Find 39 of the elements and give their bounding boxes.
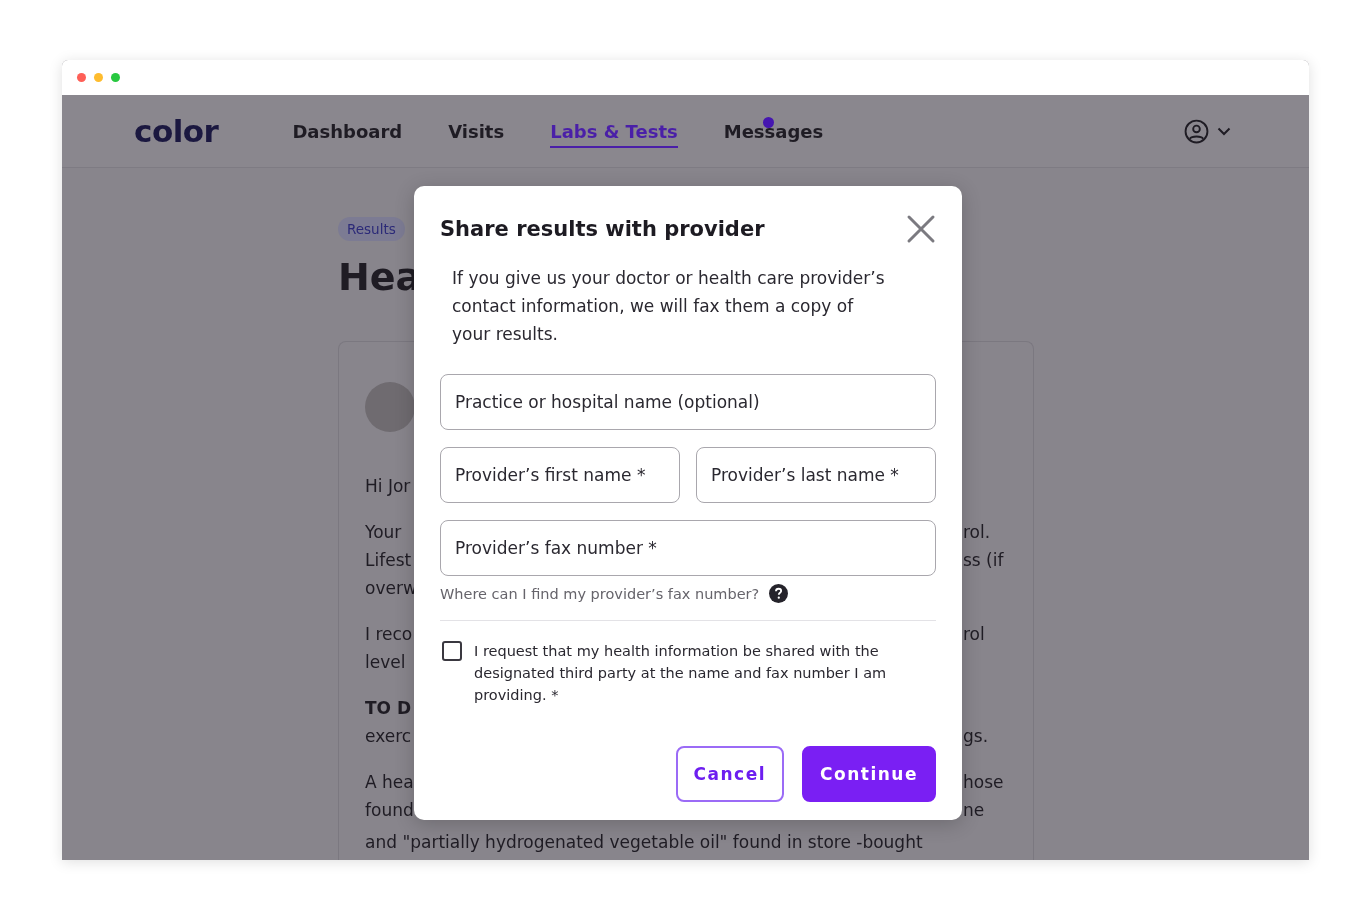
message-text: TO D — [365, 697, 412, 720]
logo[interactable]: color — [134, 113, 219, 149]
nav-tab[interactable]: Messages — [723, 116, 824, 148]
help-icon[interactable] — [769, 584, 789, 603]
message-text: ne — [963, 799, 985, 822]
nav-tab[interactable]: Dashboard — [292, 116, 403, 148]
close-window-icon[interactable] — [77, 73, 86, 82]
message-text: found — [365, 799, 414, 822]
text-field[interactable]: Provider’s last name * — [696, 447, 936, 503]
message-text: gs. — [963, 725, 989, 748]
text-field[interactable]: Provider’s first name * — [440, 447, 680, 503]
message-text: level — [365, 651, 406, 674]
nav-tab[interactable]: Labs & Tests — [550, 116, 678, 148]
close-icon[interactable] — [906, 214, 936, 244]
message-text: exerc — [365, 725, 412, 748]
cancel-button[interactable]: Cancel — [675, 746, 785, 802]
message-text: Lifest — [365, 549, 412, 572]
consent-checkbox[interactable] — [442, 641, 462, 661]
message-text: ss (if — [963, 549, 1004, 572]
consent-label: I request that my health information be shared with the designated third party at the name and fax number I am providing. * — [474, 642, 888, 705]
help-link[interactable]: Where can I find my provider’s fax number? — [440, 585, 760, 602]
message-text: rol. — [963, 521, 991, 544]
message-text: Hi Jor — [365, 475, 411, 498]
chevron-down-icon[interactable] — [1217, 126, 1231, 136]
photo-placeholder — [365, 382, 415, 432]
message-text: A hea — [365, 771, 414, 794]
dialog-description: If you give us your doctor or health care provider’s contact information, we will fax them a copy of your results. — [452, 267, 886, 346]
nav-tab[interactable]: Visits — [448, 116, 505, 148]
message-text: rol — [963, 623, 985, 646]
message-text: Your — [365, 521, 402, 544]
message-text: hose — [963, 771, 1004, 794]
breadcrumb-chip[interactable]: Results — [338, 217, 405, 241]
continue-button[interactable]: Continue — [802, 746, 936, 802]
message-text: I reco — [365, 623, 413, 646]
dialog-title: Share results with provider — [440, 217, 765, 241]
text-field[interactable]: Practice or hospital name (optional) — [440, 374, 936, 430]
user-account-icon[interactable] — [1184, 118, 1209, 144]
message-text: and "partially hydrogenated vegetable oil" found in store -bought — [365, 831, 923, 854]
text-field[interactable]: Provider’s fax number * — [440, 520, 936, 576]
